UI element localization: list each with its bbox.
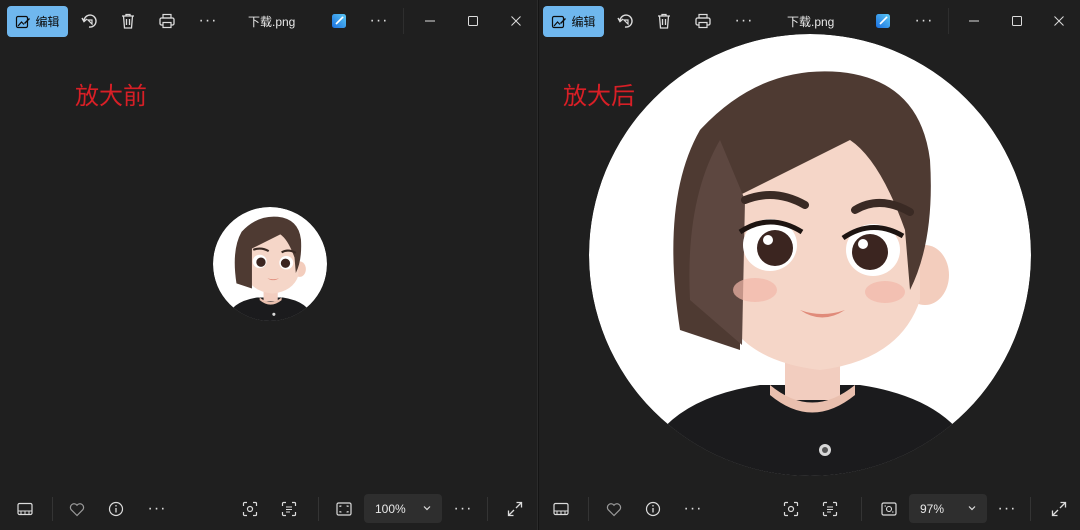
close-icon[interactable] — [1048, 10, 1070, 32]
minimize-icon[interactable] — [963, 10, 985, 32]
more-icon[interactable]: ··· — [681, 499, 705, 519]
more-icon[interactable]: ··· — [451, 499, 475, 519]
zoom-level-value: 97% — [920, 501, 945, 516]
edit-button[interactable]: 编辑 — [543, 6, 604, 37]
info-icon[interactable] — [106, 499, 126, 519]
zoom-level-dropdown[interactable]: 97% — [909, 494, 987, 523]
filmstrip-icon[interactable] — [551, 499, 571, 519]
image-edit-icon — [551, 14, 567, 30]
more-icon[interactable]: ··· — [145, 499, 169, 519]
more-icon[interactable]: ··· — [732, 10, 756, 32]
favorite-icon[interactable] — [604, 499, 624, 519]
toolbar-divider — [948, 8, 949, 34]
divider — [318, 497, 319, 521]
info-icon[interactable] — [643, 499, 663, 519]
photos-window-before: 编辑 ··· 下载.png ··· 放大前 ··· 100% ··· — [0, 0, 538, 530]
title-bar: 编辑 ··· 下载.png ··· — [539, 0, 1080, 42]
ai-edit-icon[interactable] — [872, 10, 894, 32]
text-scan-icon[interactable] — [279, 499, 299, 519]
more-icon[interactable]: ··· — [995, 499, 1019, 519]
filmstrip-icon[interactable] — [15, 499, 35, 519]
bottom-toolbar: ··· 97% ··· — [539, 487, 1080, 530]
zoom-level-dropdown[interactable]: 100% — [364, 494, 442, 523]
actual-size-icon[interactable] — [879, 499, 899, 519]
delete-icon[interactable] — [653, 10, 675, 32]
visual-search-icon[interactable] — [781, 499, 801, 519]
divider — [1030, 497, 1031, 521]
print-icon[interactable] — [692, 10, 714, 32]
edit-button-label: 编辑 — [571, 15, 596, 29]
bottom-toolbar: ··· 100% ··· — [0, 487, 537, 530]
chevron-down-icon — [967, 502, 977, 516]
fit-window-icon[interactable] — [334, 499, 354, 519]
divider — [861, 497, 862, 521]
fullscreen-icon[interactable] — [1049, 499, 1069, 519]
favorite-icon[interactable] — [67, 499, 87, 519]
divider — [588, 497, 589, 521]
fullscreen-icon[interactable] — [505, 499, 525, 519]
zoom-level-value: 100% — [375, 501, 406, 516]
annotation-after: 放大后 — [563, 82, 635, 110]
file-title: 下载.png — [787, 15, 835, 29]
avatar-image-small — [213, 207, 327, 321]
more-icon[interactable]: ··· — [912, 10, 936, 32]
chevron-down-icon — [422, 502, 432, 516]
text-scan-icon[interactable] — [820, 499, 840, 519]
visual-search-icon[interactable] — [240, 499, 260, 519]
divider — [52, 497, 53, 521]
rotate-icon[interactable] — [614, 10, 636, 32]
photos-window-after: 编辑 ··· 下载.png ··· 放大后 ··· 97% ··· — [539, 0, 1080, 530]
divider — [487, 497, 488, 521]
maximize-icon[interactable] — [1006, 10, 1028, 32]
